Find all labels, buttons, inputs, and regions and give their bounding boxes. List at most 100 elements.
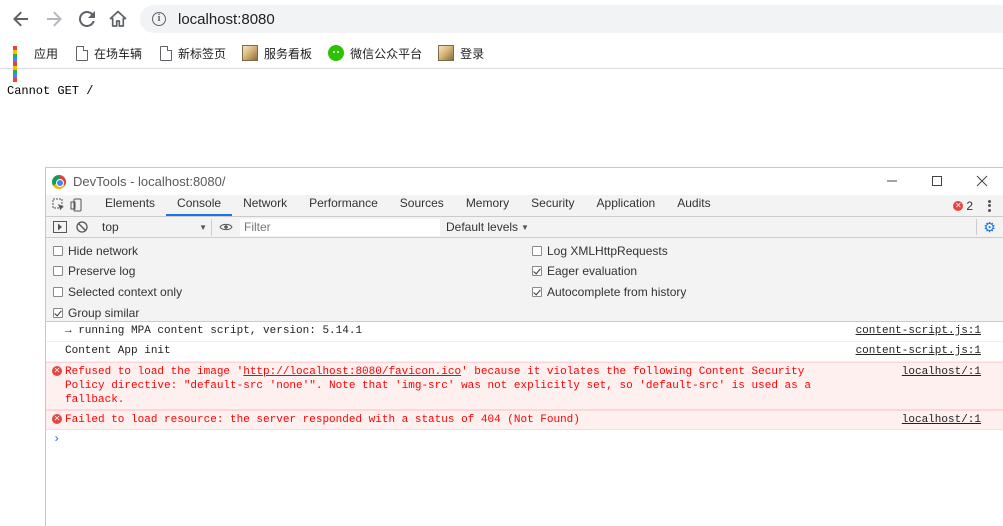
tab-audits[interactable]: Audits	[666, 194, 721, 216]
checkbox[interactable]	[53, 246, 63, 256]
tab-performance[interactable]: Performance	[298, 194, 389, 216]
setting-label: Group similar	[68, 306, 140, 320]
more-options-icon[interactable]	[983, 199, 995, 213]
setting-autocomplete[interactable]: Autocomplete from history	[532, 283, 686, 301]
tab-application[interactable]: Application	[586, 194, 667, 216]
console-error-message: ✕ Failed to load resource: the server re…	[46, 410, 1003, 430]
message-text: Failed to load resource: the server resp…	[65, 414, 580, 426]
image-favicon-icon	[242, 45, 259, 61]
console-filter-bar: top ▼ Default levels ▼ ⚙	[46, 217, 1003, 238]
filter-input[interactable]	[240, 218, 440, 236]
gear-icon[interactable]: ⚙	[976, 219, 998, 235]
tab-network[interactable]: Network	[232, 194, 298, 216]
inspect-element-icon[interactable]	[52, 198, 66, 212]
address-url[interactable]: localhost:8080	[178, 11, 275, 28]
message-source-link[interactable]: content-script.js:1	[856, 344, 981, 358]
bookmark-label: 应用	[34, 46, 59, 61]
bookmark-label: 登录	[460, 46, 485, 61]
bookmarks-bar: 应用 在场车辆 新标签页 服务看板 微信公众平台 登录	[0, 38, 1003, 82]
message-source-link[interactable]: localhost/:1	[902, 365, 981, 379]
clear-console-icon[interactable]	[74, 219, 90, 235]
address-bar[interactable]: i localhost:8080	[140, 5, 1003, 33]
message-text-pre: Refused to load the image '	[65, 366, 244, 378]
setting-label: Selected context only	[68, 285, 183, 299]
tab-security[interactable]: Security	[520, 194, 585, 216]
context-value: top	[102, 220, 119, 234]
checkbox-checked[interactable]	[532, 266, 542, 276]
message-source-link[interactable]: localhost/:1	[902, 413, 981, 427]
message-text: Content App init	[65, 345, 171, 357]
console-message: → running MPA content script, version: 5…	[46, 322, 1003, 342]
setting-label: Hide network	[68, 244, 139, 258]
bookmark-label: 在场车辆	[94, 46, 143, 61]
console-settings-panel: Hide network Preserve log Selected conte…	[46, 238, 1003, 322]
console-prompt[interactable]: ›	[46, 430, 1003, 448]
message-text: → running MPA content script, version: 5…	[65, 325, 363, 337]
setting-selected-context[interactable]: Selected context only	[53, 283, 182, 301]
error-icon: ✕	[52, 366, 62, 376]
bookmark-label: 微信公众平台	[350, 46, 423, 61]
home-icon[interactable]	[106, 8, 130, 30]
prompt-chevron-icon: ›	[53, 432, 61, 446]
devtools-tab-bar: Elements Console Network Performance Sou…	[46, 195, 1003, 217]
dropdown-arrow-icon: ▼	[521, 222, 529, 232]
checkbox[interactable]	[53, 266, 63, 276]
device-toolbar-icon[interactable]	[70, 198, 84, 212]
bookmark-label: 新标签页	[178, 46, 227, 61]
tab-elements[interactable]: Elements	[94, 194, 166, 216]
bookmark-new-tab[interactable]: 新标签页	[158, 41, 226, 65]
log-levels-value: Default levels	[446, 220, 519, 234]
error-count: 2	[966, 199, 973, 213]
setting-label: Autocomplete from history	[547, 285, 687, 299]
bookmark-label: 服务看板	[264, 46, 313, 61]
bookmark-login[interactable]: 登录	[438, 41, 484, 65]
close-icon[interactable]	[971, 172, 993, 190]
info-icon[interactable]: i	[152, 12, 166, 26]
error-counter[interactable]: ✕ 2	[953, 199, 973, 213]
bookmark-apps[interactable]: 应用	[12, 41, 59, 82]
chrome-logo-icon	[52, 174, 66, 189]
checkbox[interactable]	[53, 287, 63, 297]
dropdown-arrow-icon: ▼	[199, 222, 207, 232]
checkbox-checked[interactable]	[53, 308, 63, 318]
apps-grid-icon	[12, 45, 28, 82]
setting-eager-evaluation[interactable]: Eager evaluation	[532, 262, 637, 280]
setting-group-similar[interactable]: Group similar	[53, 304, 139, 322]
wechat-icon	[328, 45, 345, 61]
tab-sources[interactable]: Sources	[389, 194, 455, 216]
page-icon	[160, 45, 173, 61]
eye-icon[interactable]	[218, 219, 234, 235]
message-text: Refused to load the image 'http://localh…	[65, 365, 981, 407]
setting-label: Preserve log	[68, 264, 136, 278]
setting-hide-network[interactable]: Hide network	[53, 242, 138, 260]
devtools-title: DevTools - localhost:8080/	[73, 174, 226, 189]
console-error-message: ✕ Refused to load the image 'http://loca…	[46, 362, 1003, 410]
setting-label: Eager evaluation	[547, 264, 638, 278]
devtools-titlebar: DevTools - localhost:8080/	[46, 168, 1003, 195]
checkbox[interactable]	[532, 246, 542, 256]
console-output: → running MPA content script, version: 5…	[46, 322, 1003, 448]
maximize-icon[interactable]	[926, 172, 948, 190]
forward-arrow-icon[interactable]	[42, 8, 66, 30]
checkbox-checked[interactable]	[532, 287, 542, 297]
back-arrow-icon[interactable]	[9, 8, 33, 30]
minimize-icon[interactable]	[881, 172, 903, 190]
log-levels-dropdown[interactable]: Default levels ▼	[446, 220, 529, 234]
tab-console[interactable]: Console	[166, 194, 233, 216]
bookmark-wechat[interactable]: 微信公众平台	[328, 41, 422, 65]
sidebar-toggle-icon[interactable]	[52, 219, 68, 235]
image-favicon-icon	[438, 45, 455, 61]
devtools-window: DevTools - localhost:8080/ Elements Cons…	[45, 167, 1003, 526]
bookmark-service-board[interactable]: 服务看板	[242, 41, 312, 65]
browser-toolbar: i localhost:8080	[0, 0, 1003, 38]
tab-memory[interactable]: Memory	[455, 194, 520, 216]
context-selector[interactable]: top ▼	[102, 218, 212, 236]
setting-log-xhr[interactable]: Log XMLHttpRequests	[532, 242, 668, 260]
favicon-url-link[interactable]: http://localhost:8080/favicon.ico	[243, 366, 461, 378]
bookmark-vehicles[interactable]: 在场车辆	[74, 41, 142, 65]
message-source-link[interactable]: content-script.js:1	[856, 324, 981, 338]
error-icon: ✕	[953, 201, 964, 211]
setting-preserve-log[interactable]: Preserve log	[53, 262, 135, 280]
setting-label: Log XMLHttpRequests	[547, 244, 668, 258]
reload-icon[interactable]	[75, 8, 99, 30]
